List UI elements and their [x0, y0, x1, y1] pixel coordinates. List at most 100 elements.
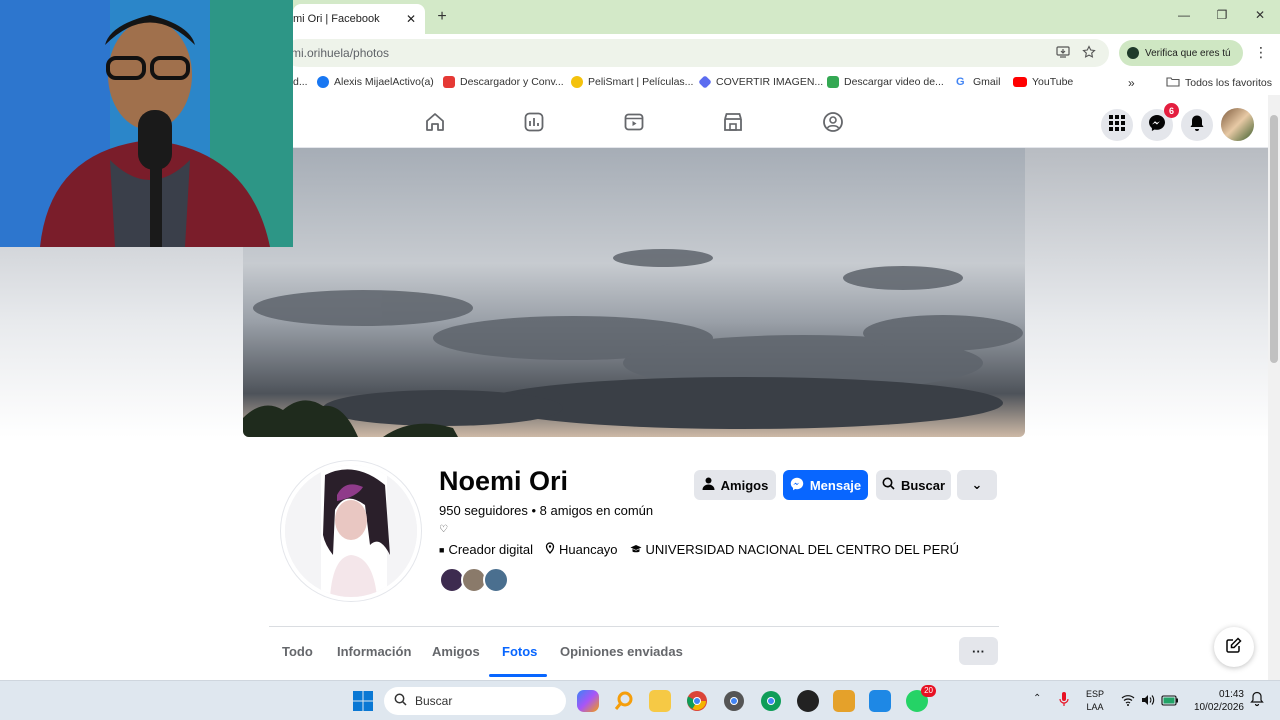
- mutual-friend-avatar[interactable]: [483, 567, 509, 593]
- tab-opiniones-enviadas[interactable]: Opiniones enviadas: [560, 644, 683, 659]
- tab-title: mi Ori | Facebook: [293, 13, 380, 25]
- compose-icon: [1226, 636, 1242, 658]
- volume-icon[interactable]: [1141, 693, 1155, 711]
- file-explorer-icon[interactable]: [649, 690, 671, 712]
- language-indicator[interactable]: ESP LAA: [1086, 688, 1104, 714]
- page-background-right: [1025, 148, 1268, 438]
- more-options-dropdown[interactable]: ⌄: [957, 470, 997, 500]
- search-profile-button[interactable]: Buscar: [876, 470, 951, 500]
- chevron-down-icon: ⌄: [971, 477, 983, 492]
- profile-info-row: ■ Creador digital Huancayo UNIVERSIDAD N…: [439, 542, 959, 557]
- profile-info-category: ■ Creador digital: [439, 542, 533, 557]
- tray-overflow-icon[interactable]: ⌃: [1033, 693, 1041, 704]
- home-icon[interactable]: [424, 111, 446, 133]
- bell-icon: [1189, 114, 1205, 137]
- whatsapp-icon[interactable]: 20: [906, 685, 936, 712]
- search-icon: [394, 693, 407, 709]
- notifications-button[interactable]: [1181, 109, 1213, 141]
- tab-close-icon[interactable]: ✕: [403, 12, 419, 26]
- verify-identity-chip[interactable]: Verifica que eres tú: [1119, 40, 1243, 66]
- verify-label: Verifica que eres tú: [1145, 47, 1231, 59]
- wifi-icon[interactable]: [1121, 693, 1135, 711]
- category-text: Creador digital: [448, 542, 533, 557]
- profile-stats[interactable]: 950 seguidores • 8 amigos en común: [439, 503, 653, 518]
- browser-tab-active[interactable]: mi Ori | Facebook ✕: [293, 4, 425, 34]
- messenger-badge: 6: [1164, 103, 1179, 118]
- bookmark-item[interactable]: YouTube: [1013, 76, 1073, 88]
- bookmark-label: Descargador y Conv...: [460, 76, 564, 88]
- bookmark-item[interactable]: PeliSmart | Películas...: [571, 76, 693, 88]
- language-code: ESP: [1086, 689, 1105, 699]
- bookmark-label: d...: [293, 76, 308, 88]
- marketplace-icon[interactable]: [722, 111, 744, 133]
- page-scrollbar[interactable]: [1268, 95, 1280, 680]
- message-button[interactable]: Mensaje: [783, 470, 868, 500]
- profile-info-education: UNIVERSIDAD NACIONAL DEL CENTRO DEL PERÚ: [630, 542, 959, 557]
- profile-picture[interactable]: [281, 461, 421, 601]
- active-tab-indicator: [489, 674, 547, 677]
- close-window-button[interactable]: ✕: [1252, 8, 1268, 22]
- profile-dot-icon: [1127, 47, 1139, 59]
- media-player-icon[interactable]: [797, 690, 819, 712]
- bookmark-item[interactable]: d...: [293, 76, 308, 88]
- battery-icon[interactable]: [1161, 693, 1179, 711]
- search-button-label: Buscar: [900, 477, 946, 493]
- friends-button[interactable]: Amigos: [694, 470, 776, 500]
- system-clock[interactable]: 01:43 10/02/2026: [1186, 688, 1244, 714]
- cover-photo[interactable]: [243, 148, 1025, 437]
- copilot-icon[interactable]: [577, 690, 599, 712]
- friends-button-label: Amigos: [720, 477, 769, 493]
- grid-icon: [1109, 114, 1125, 136]
- chrome-profile-2-icon[interactable]: [760, 690, 782, 712]
- video-icon[interactable]: [623, 111, 645, 133]
- bookmark-item[interactable]: Descargar video de...: [827, 76, 944, 88]
- install-app-icon[interactable]: [1056, 45, 1070, 62]
- taskbar-search[interactable]: Buscar: [384, 687, 566, 715]
- minimize-button[interactable]: —: [1176, 8, 1192, 22]
- groups-icon[interactable]: [822, 111, 844, 133]
- bookmark-label: Descargar video de...: [844, 76, 944, 88]
- folder-icon: [1166, 76, 1180, 90]
- mutual-friends-avatars[interactable]: [439, 567, 509, 593]
- pelismart-icon: [571, 76, 583, 88]
- profile-name: Noemi Ori: [439, 466, 569, 496]
- briefcase-icon: ■: [439, 544, 445, 555]
- youtube-icon: [1013, 77, 1027, 87]
- photos-app-icon[interactable]: [869, 690, 891, 712]
- bookmark-item[interactable]: Descargador y Conv...: [443, 76, 564, 88]
- bio-heart-icon: ♡: [439, 524, 448, 535]
- bookmark-item[interactable]: G Gmail: [956, 76, 1000, 88]
- all-bookmarks-button[interactable]: Todos los favoritos: [1166, 76, 1272, 90]
- tab-amigos[interactable]: Amigos: [432, 644, 480, 659]
- new-message-button[interactable]: [1214, 627, 1254, 667]
- scrollbar-thumb[interactable]: [1270, 115, 1278, 363]
- browser-menu-icon[interactable]: ⋮: [1254, 44, 1268, 61]
- tab-fotos[interactable]: Fotos: [502, 644, 537, 659]
- bookmark-label: PeliSmart | Películas...: [588, 76, 694, 88]
- notification-center-icon[interactable]: [1250, 691, 1264, 712]
- feeds-icon[interactable]: [523, 111, 545, 133]
- tabs-more-button[interactable]: ···: [959, 637, 998, 665]
- chrome-profile-icon[interactable]: [723, 690, 745, 712]
- windows-start-icon[interactable]: [352, 690, 374, 712]
- account-avatar[interactable]: [1221, 108, 1254, 141]
- menu-grid-button[interactable]: [1101, 109, 1133, 141]
- new-tab-button[interactable]: +: [434, 8, 450, 26]
- bookmark-star-icon[interactable]: [1082, 45, 1096, 62]
- maximize-button[interactable]: ❐: [1214, 8, 1230, 22]
- taskbar-search-placeholder: Buscar: [415, 694, 453, 708]
- webcam-overlay: [0, 0, 293, 247]
- address-bar[interactable]: mi.orihuela/photos: [285, 39, 1109, 67]
- bookmark-item[interactable]: COVERTIR IMAGEN...: [698, 75, 823, 89]
- tab-informacion[interactable]: Información: [337, 644, 411, 659]
- bookmark-item[interactable]: Alexis MijaelActivo(a): [317, 76, 434, 88]
- search-app-icon[interactable]: [613, 690, 635, 712]
- microphone-icon[interactable]: [1059, 691, 1069, 712]
- tab-todo[interactable]: Todo: [282, 644, 313, 659]
- messenger-button[interactable]: 6: [1141, 103, 1179, 141]
- bookmark-label: Gmail: [973, 76, 1001, 88]
- video-editor-icon[interactable]: [833, 690, 855, 712]
- messenger-icon: [790, 477, 804, 494]
- bookmarks-overflow-button[interactable]: »: [1128, 76, 1135, 90]
- chrome-icon[interactable]: [686, 690, 708, 712]
